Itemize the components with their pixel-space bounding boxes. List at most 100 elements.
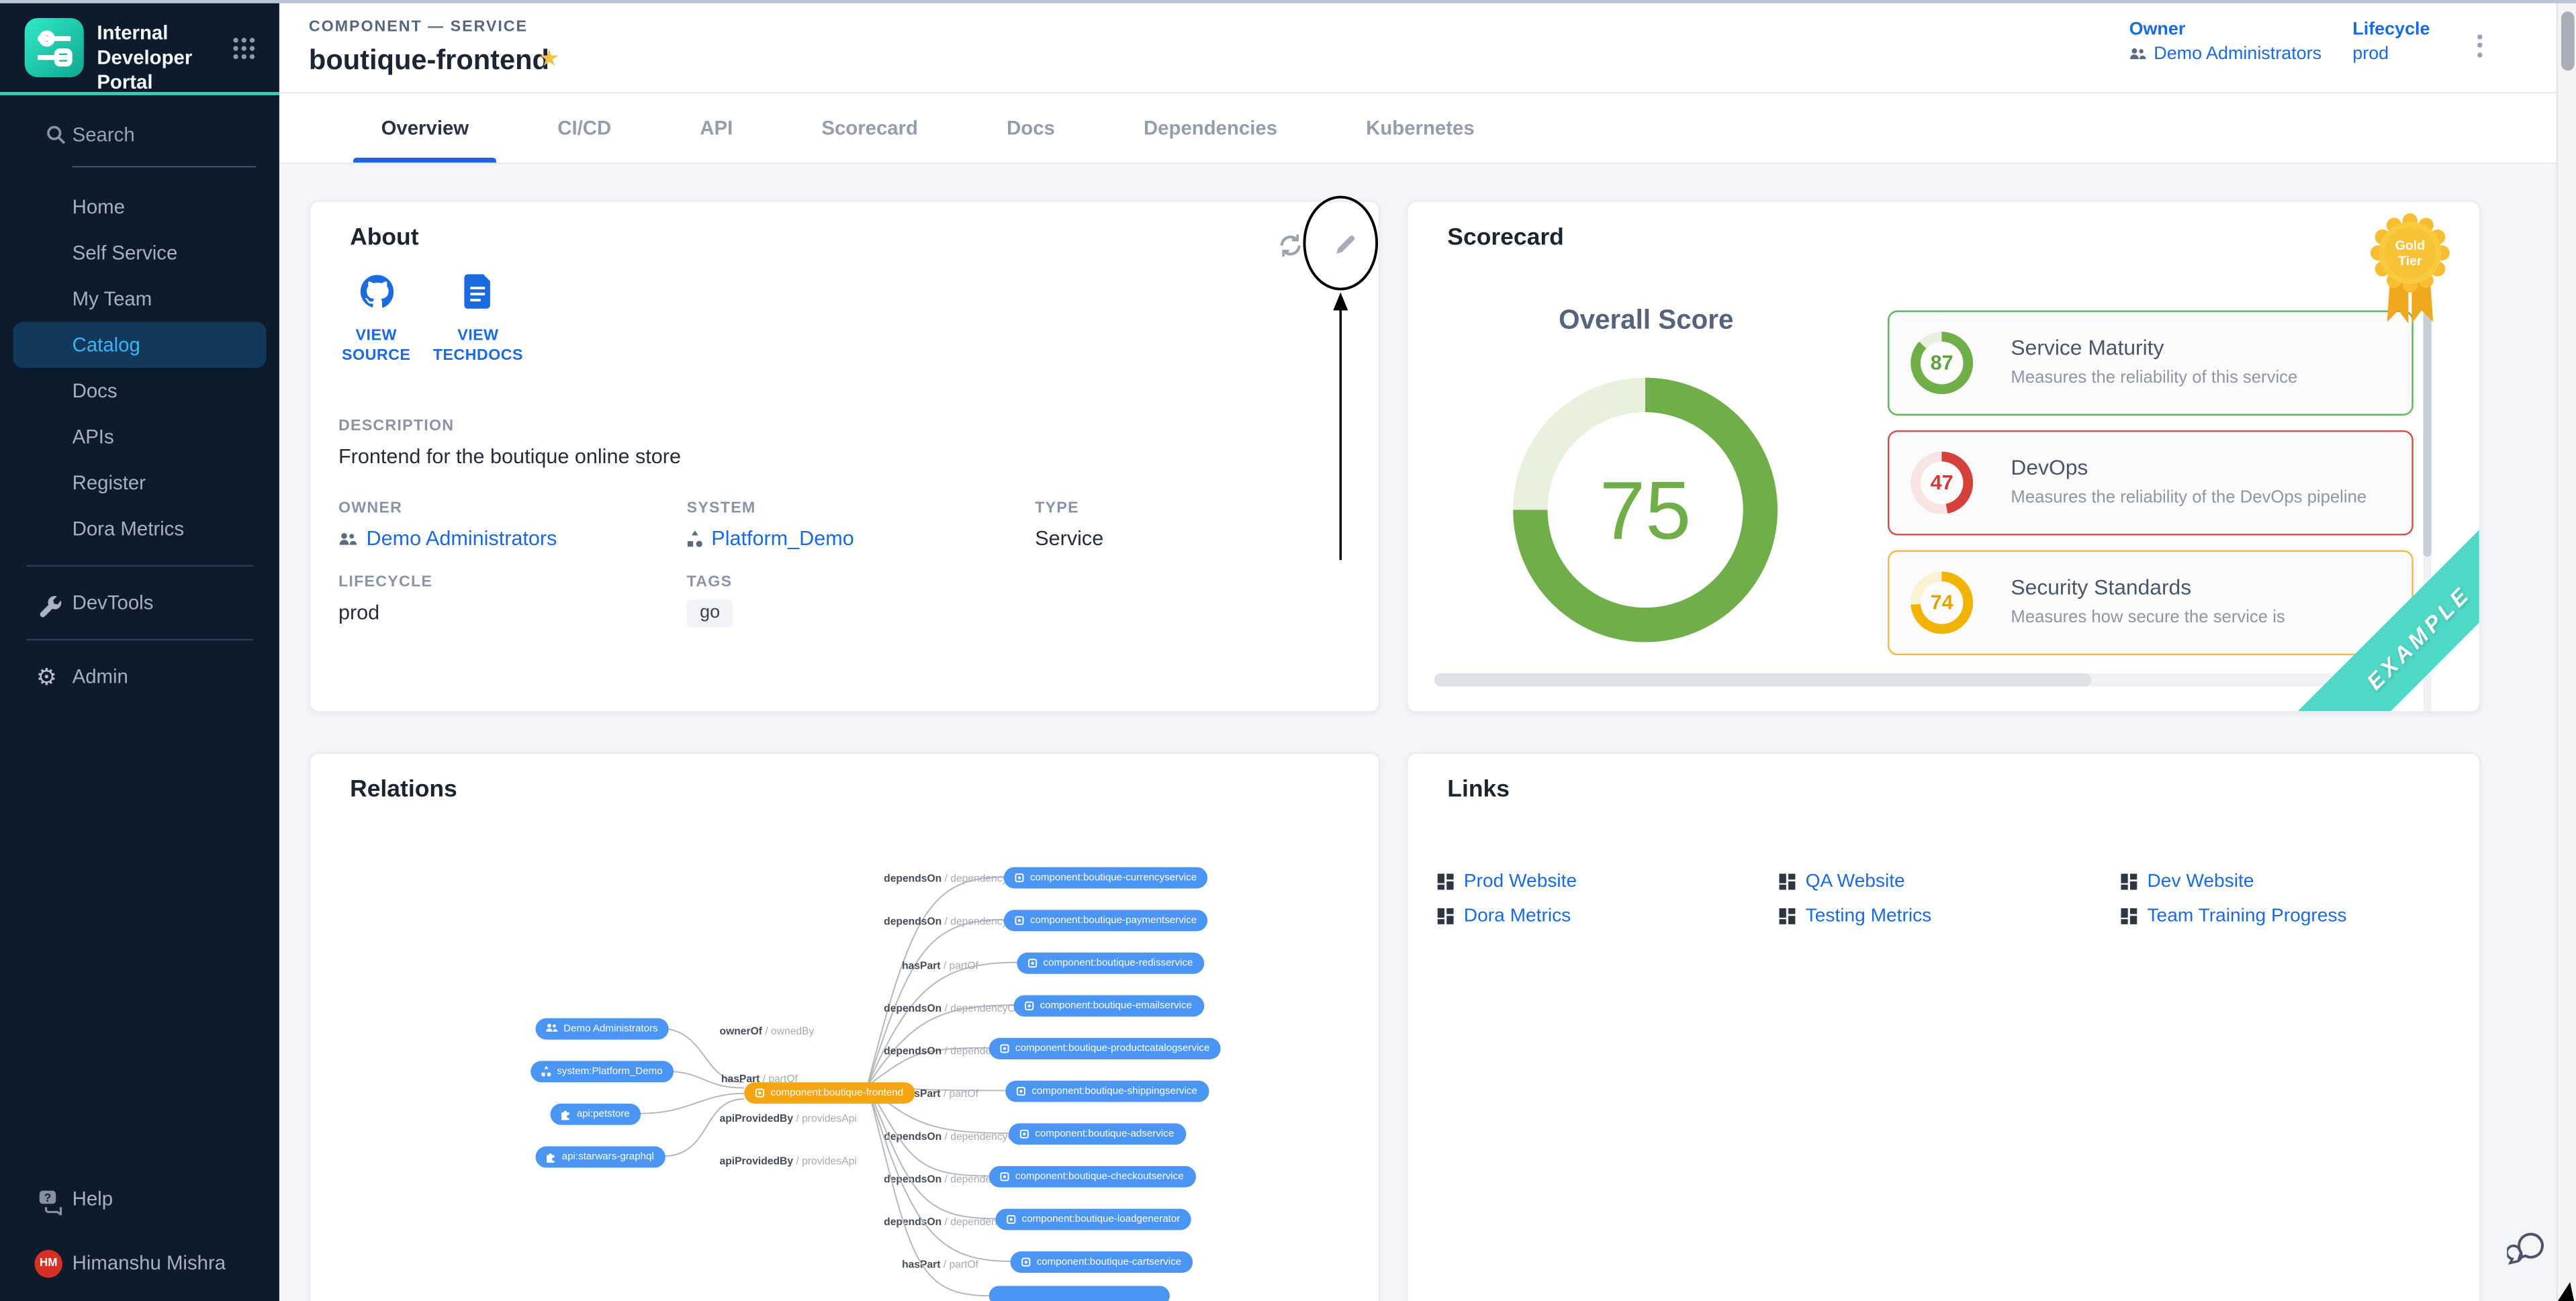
avatar: HM [34,1250,62,1278]
brand: Internal Developer Portal [0,0,279,95]
kebab-menu-icon[interactable] [2468,30,2491,62]
search-underline [73,166,257,167]
dashboard-icon [1779,908,1795,924]
sidebar-item-label: Help [73,1188,113,1210]
graph-node-clipped[interactable] [989,1285,1170,1301]
graph-node-component-boutique-cartservice[interactable]: component:boutique-cartservice [1011,1251,1193,1272]
apps-grid-icon[interactable] [232,36,257,69]
svg-text:Gold: Gold [2395,238,2426,253]
header-lifecycle: Lifecycle prod [2352,19,2430,64]
link-dev-website[interactable]: Dev Website [2121,872,2254,892]
field-description: DESCRIPTION Frontend for the boutique on… [338,417,681,468]
link-qa-website[interactable]: QA Website [1779,872,1904,892]
graph-node-demo-administrators[interactable]: Demo Administrators [536,1018,670,1039]
field-lifecycle: LIFECYCLE prod [338,573,432,624]
sidebar-item-dora-metrics[interactable]: Dora Metrics [0,506,279,552]
lifecycle-label: Lifecycle [2352,19,2430,39]
svg-text:hasPart / partOf: hasPart / partOf [902,1259,979,1271]
graph-node-component-boutique-loadgenerator[interactable]: component:boutique-loadgenerator [996,1208,1192,1229]
sidebar-item-catalog[interactable]: Catalog [13,322,267,369]
tab-overview[interactable]: Overview [337,93,514,162]
sidebar-item-docs[interactable]: Docs [0,368,279,414]
sidebar-divider [26,565,253,567]
view-source-link[interactable]: VIEW SOURCE [334,275,419,368]
sidebar-divider [26,639,253,640]
page-header: COMPONENT — SERVICE boutique-frontend ★ … [279,0,2576,93]
scorecard-items: 87Service MaturityMeasures the reliabili… [1888,310,2417,670]
graph-node-component-boutique-currencyservice[interactable]: component:boutique-currencyservice [1004,866,1209,887]
scorecard-item-devops[interactable]: 47DevOpsMeasures the reliability of the … [1888,430,2413,536]
graph-node-component-boutique-paymentservice[interactable]: component:boutique-paymentservice [1004,909,1209,930]
sidebar-item-admin[interactable]: ⚙ Admin [0,654,279,700]
sidebar-item-home[interactable]: Home [0,184,279,230]
dashboard-icon [1779,874,1795,890]
favorite-star-icon[interactable]: ★ [539,44,559,73]
window-top-edge [0,0,2576,3]
tab-kubernetes[interactable]: Kubernetes [1322,93,1519,162]
link-testing-metrics[interactable]: Testing Metrics [1779,906,1931,926]
sidebar-item-my-team[interactable]: My Team [0,276,279,322]
sidebar-item-label: DevTools [73,591,154,614]
sidebar-user[interactable]: HM Himanshu Mishra [0,1240,279,1286]
sidebar-item-devtools[interactable]: DevTools [0,580,279,626]
graph-node-component-boutique-checkoutservice[interactable]: component:boutique-checkoutservice [989,1165,1195,1187]
people-icon [338,531,358,546]
sidebar-item-register[interactable]: Register [0,460,279,506]
scorecard-card: Scorecard Gold Tier Overall Score 75 [1406,200,2481,712]
edit-pencil-icon[interactable] [1332,232,1369,268]
owner-link[interactable]: Demo Administrators [2129,44,2321,64]
tab-ci-cd[interactable]: CI/CD [513,93,655,162]
app-root: Internal Developer Portal Search [0,0,2576,1301]
chat-bubbles-icon[interactable] [2507,1228,2546,1276]
graph-node-component-boutique-emailservice[interactable]: component:boutique-emailservice [1013,994,1203,1016]
scorecard-item-security-standards[interactable]: 74Security StandardsMeasures how secure … [1888,550,2413,656]
link-team-training-progress[interactable]: Team Training Progress [2121,906,2346,926]
tab-api[interactable]: API [655,93,777,162]
dashboard-icon [2121,908,2137,924]
sidebar-item-help[interactable]: ? Help [0,1176,279,1222]
svg-text:dependsOn / dependencyOf: dependsOn / dependencyOf [884,1003,1019,1014]
scrollbar-thumb[interactable] [2561,11,2575,70]
svg-text:hasPart / partOf: hasPart / partOf [902,960,979,971]
sidebar-item-apis[interactable]: APIs [0,414,279,461]
view-techdocs-link[interactable]: VIEW TECHDOCS [429,275,528,368]
system-entity-link[interactable]: Platform_Demo [687,527,854,550]
graph-node-component-boutique-frontend[interactable]: component:boutique-frontend [744,1081,915,1103]
graph-node-component-boutique-productcatalogservice[interactable]: component:boutique-productcatalogservice [989,1037,1222,1059]
scorecard-horizontal-scrollbar[interactable] [1434,673,2420,687]
page-scrollbar[interactable] [2557,3,2576,1301]
link-dora-metrics[interactable]: Dora Metrics [1438,906,1571,926]
link-prod-website[interactable]: Prod Website [1438,872,1577,892]
tab-docs[interactable]: Docs [962,93,1099,162]
scorecard-title: Scorecard [1447,225,1564,251]
graph-node-api-petstore[interactable]: api:petstore [551,1103,641,1124]
tab-bar: OverviewCI/CDAPIScorecardDocsDependencie… [279,93,2576,164]
graph-node-component-boutique-adservice[interactable]: component:boutique-adservice [1009,1122,1185,1144]
sidebar-search[interactable]: Search [0,111,279,171]
field-owner: OWNER Demo Administrators [338,499,557,550]
relations-graph-edges: ownerOf / ownedByhasPart / partOfapiProv… [310,754,1380,1301]
dashboard-icon [2121,874,2137,890]
help-chat-icon: ? [38,1186,64,1232]
graph-node-system-platform-demo[interactable]: system:Platform_Demo [531,1060,674,1081]
gear-icon: ⚙ [36,654,57,700]
owner-entity-link[interactable]: Demo Administrators [338,527,557,550]
svg-text:dependsOn / dependencyOf: dependsOn / dependencyOf [884,916,1019,927]
tag-chip[interactable]: go [687,599,733,628]
sidebar-item-label: Admin [73,665,128,688]
field-system: SYSTEM Platform_Demo [687,499,854,550]
graph-node-api-starwars-graphql[interactable]: api:starwars-graphql [536,1145,665,1167]
header-owner: Owner Demo Administrators [2129,19,2321,64]
sidebar-item-self-service[interactable]: Self Service [0,230,279,277]
graph-node-component-boutique-shippingservice[interactable]: component:boutique-shippingservice [1005,1080,1209,1102]
score-ring: 87 [1911,332,1973,394]
dashboard-icon [1438,874,1454,890]
tab-scorecard[interactable]: Scorecard [777,93,962,162]
refresh-icon[interactable] [1277,232,1313,268]
graph-node-component-boutique-redisservice[interactable]: component:boutique-redisservice [1017,952,1204,973]
system-icon [687,530,703,548]
overall-score-donut: 75 [1513,378,1778,642]
scorecard-item-service-maturity[interactable]: 87Service MaturityMeasures the reliabili… [1888,310,2413,416]
field-tags: TAGS go [687,573,733,628]
tab-dependencies[interactable]: Dependencies [1099,93,1322,162]
